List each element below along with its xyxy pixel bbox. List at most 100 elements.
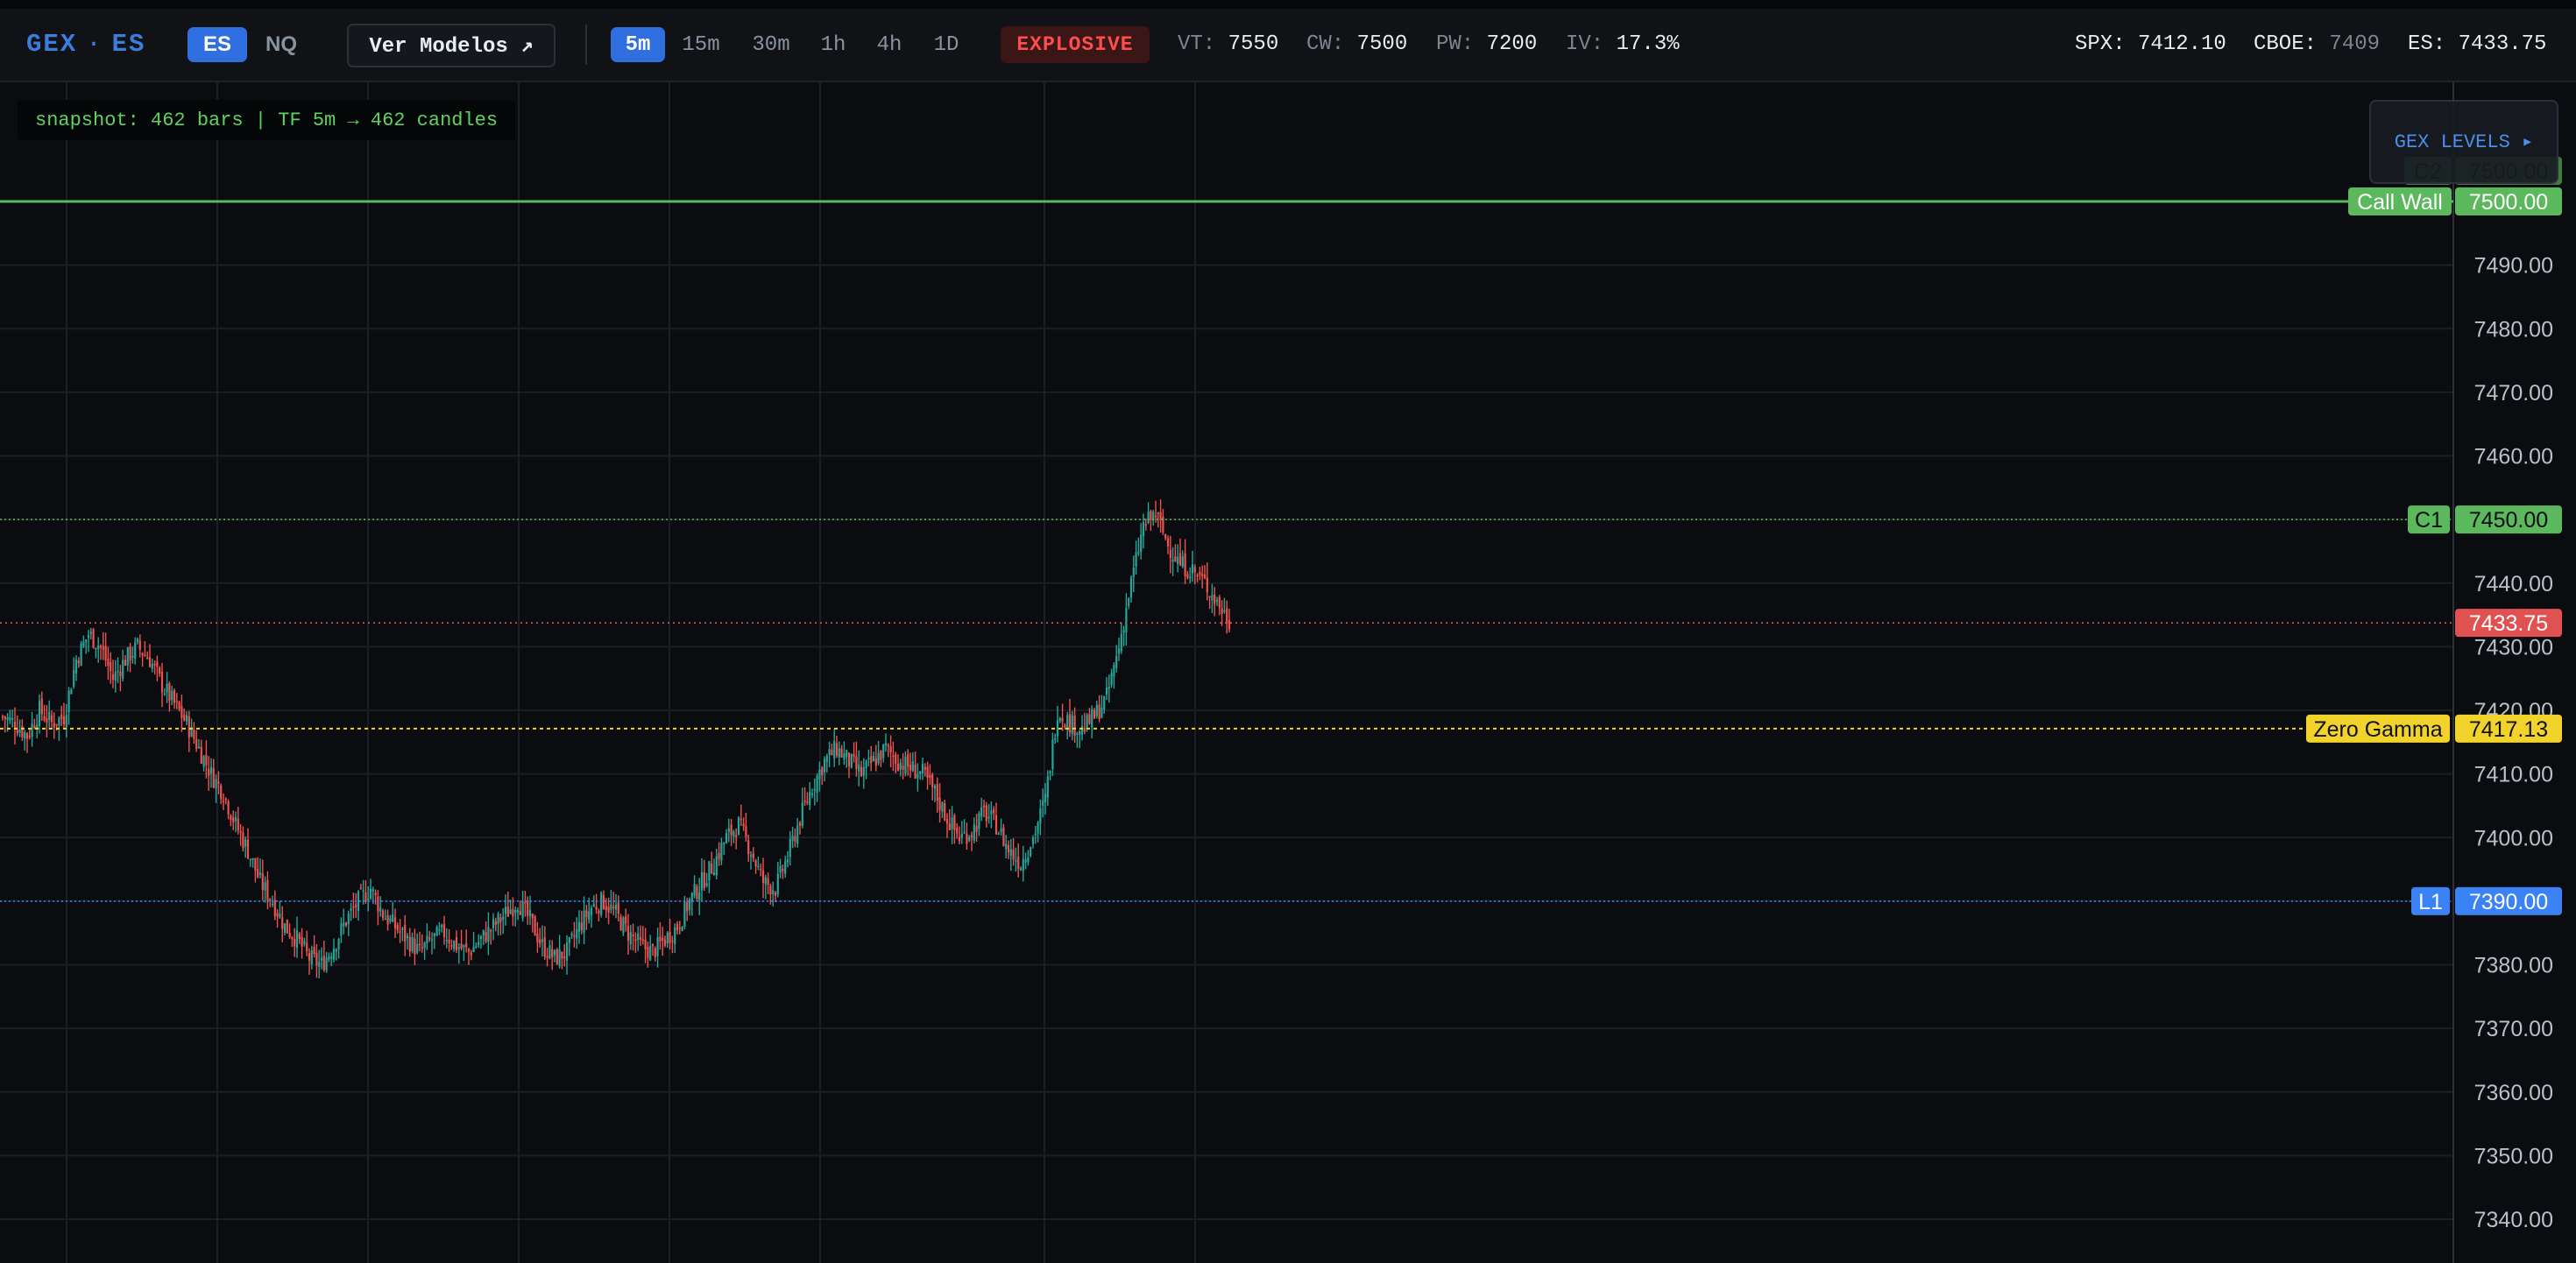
candle-body [828,749,831,756]
candle-body [1214,594,1216,604]
candle-body [318,962,321,967]
candle-body [364,892,367,902]
candle-body [1098,704,1100,720]
candle-body [874,758,877,766]
candle-body [1079,730,1081,735]
candle-body [953,815,956,830]
candle-body [978,813,980,829]
candle-body [747,840,750,855]
candle-body [858,765,860,772]
candle-body [502,916,505,920]
candle-body [276,913,279,917]
candle-body [725,833,728,843]
candle-body [423,942,426,949]
candle-body [843,753,846,760]
candle-body [384,918,386,921]
candle-body [546,956,548,958]
candle-body [28,736,31,737]
timeframe-15m-button[interactable]: 15m [672,27,730,62]
candle-body [291,937,294,940]
candle-body [987,816,990,819]
candle-body [379,907,382,912]
candle-body [369,889,372,899]
symbol-nq-button[interactable]: NQ [254,27,308,62]
timeframe-30m-button[interactable]: 30m [740,27,803,62]
candle-body [754,860,757,867]
y-tick-label: 7480.00 [2474,317,2553,342]
candle-body [212,768,215,788]
timeframe-1d-button[interactable]: 1D [920,27,973,62]
candle-body [528,910,532,917]
candle-body [200,746,202,765]
candle-body [173,690,176,703]
timeframe-1h-button[interactable]: 1h [808,27,859,62]
candle-body [65,715,67,727]
candle-body [693,884,696,896]
candle-body [831,749,833,756]
candle-body [445,940,448,942]
candle-body [543,937,546,957]
candle-body [1226,608,1228,624]
candle-body [322,956,325,970]
chart-canvas[interactable]: 7340.00 7350.00 7360.00 7370.00 7380.00 7390.… [0,82,2576,1263]
candle-body [884,743,888,746]
candle-body [205,754,208,766]
timeframe-4h-button[interactable]: 4h [864,27,915,62]
candle-body [146,657,149,660]
candle-body [712,872,716,876]
candle-body [433,933,435,936]
candle-body [131,655,134,658]
candle-body [470,952,472,956]
candle-body [82,641,85,647]
candle-body [556,949,558,964]
candle-body [1184,553,1186,576]
candle-body [450,945,453,947]
candle-body [577,921,581,933]
candle-body [258,872,262,875]
candle-body [907,754,909,767]
candle-body [294,938,296,947]
candle-body [1017,857,1020,869]
candle-body [430,939,434,942]
candle-body [144,654,146,657]
candle-body [553,949,556,956]
candle-body [610,904,612,910]
candle-body [337,939,340,949]
candle-body [325,957,328,971]
timeframe-5m-button[interactable]: 5m [611,27,665,62]
candle-body [1164,534,1167,539]
candle-body [853,754,855,758]
candle-body [460,943,463,949]
candle-body [74,660,78,674]
candle-body [1157,512,1159,514]
candle-body [401,928,404,930]
candle-body [990,810,993,815]
candle-body [791,836,794,841]
gex-levels-panel-toggle[interactable]: GEX LEVELS ▸ [2369,100,2558,184]
candle-body [823,759,826,773]
ver-modelos-button[interactable]: Ver Modelos ↗ [347,24,556,67]
price-chart[interactable]: 7340.00 7350.00 7360.00 7370.00 7380.00 7390.… [0,82,2576,1263]
candle-body [114,671,117,681]
candle-body [457,947,460,949]
candle-body [273,900,276,917]
candle-body [872,755,875,762]
candle-body [1186,574,1189,578]
candle-body [656,936,659,956]
candle-body [862,767,865,776]
candle-body [438,929,441,931]
candle-body [138,640,141,650]
candle-body [524,901,527,904]
candle-body [283,923,287,933]
candle-body [821,767,824,776]
candle-body [806,801,809,803]
candle-body [541,939,544,942]
candle-body [1,716,4,718]
symbol-es-button[interactable]: ES [188,27,247,62]
toolbar-divider [585,25,587,65]
candle-body [406,935,409,939]
y-tick-label: 7440.00 [2474,572,2553,596]
candle-body [904,756,907,774]
candle-body [647,946,649,958]
candle-body [313,947,315,955]
